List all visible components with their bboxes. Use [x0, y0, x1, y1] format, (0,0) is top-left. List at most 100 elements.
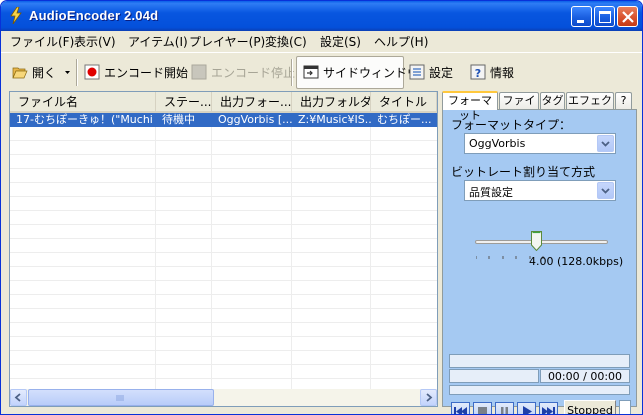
- menu-bar: ファイル(F) 表示(V) アイテム(I) プレイヤー(P) 変換(C) 設定(…: [1, 31, 642, 51]
- tab-tag[interactable]: タグ: [540, 92, 565, 109]
- toolbar-separator: [291, 59, 293, 86]
- open-dropdown-button[interactable]: [64, 62, 71, 82]
- column-header-filename[interactable]: ファイル名: [10, 92, 156, 113]
- settings-label: 設定: [429, 65, 454, 80]
- seek-bar[interactable]: [449, 369, 539, 383]
- stop-square-icon: [478, 407, 487, 414]
- record-icon: [84, 64, 100, 80]
- side-panel-tabs: フォーマット ファイル タグ エフェクト ?: [442, 91, 637, 122]
- minimize-button[interactable]: [571, 6, 592, 27]
- arrow-right-icon: [426, 393, 433, 402]
- arrow-left-icon: [14, 393, 21, 402]
- bitrate-mode-select[interactable]: 品質設定: [464, 180, 616, 201]
- cell-title: むちぽー...: [377, 113, 432, 126]
- column-header-status[interactable]: ステー...: [156, 92, 212, 113]
- scroll-left-button[interactable]: [10, 389, 27, 406]
- start-encode-button[interactable]: エンコード開始: [84, 62, 188, 82]
- stop-encode-button[interactable]: エンコード停止: [191, 62, 295, 82]
- tab-format[interactable]: フォーマット: [442, 91, 498, 122]
- folder-open-icon: [12, 67, 28, 79]
- stop-icon: [191, 64, 207, 80]
- skip-forward-icon: [542, 407, 555, 414]
- menu-help[interactable]: ヘルプ(H): [374, 33, 428, 50]
- play-icon: [523, 406, 532, 414]
- menu-player[interactable]: プレイヤー(P): [189, 33, 265, 50]
- quality-slider-thumb[interactable]: [531, 231, 542, 251]
- play-button[interactable]: [517, 402, 536, 414]
- skip-back-icon: [454, 407, 467, 414]
- dropdown-arrow-icon: [65, 71, 70, 74]
- volume-indicator[interactable]: [619, 400, 631, 414]
- column-header-output-folder[interactable]: 出力フォルダ: [292, 92, 371, 113]
- scroll-right-button[interactable]: [420, 389, 437, 406]
- quality-readout: 4.00 (128.0kbps): [529, 255, 624, 268]
- previous-button[interactable]: [451, 402, 470, 414]
- column-divider: [291, 113, 292, 389]
- tab-help[interactable]: ?: [615, 92, 632, 109]
- cell-filename: 17-むちぽーきゅ！("Muchi ...: [16, 113, 156, 126]
- cell-output-folder: Z:¥Music¥IS...: [298, 113, 371, 126]
- side-window-label: サイドウィンドウ: [323, 65, 420, 80]
- player-status: Stopped: [564, 400, 616, 414]
- pause-button[interactable]: [495, 402, 514, 414]
- menu-file[interactable]: ファイル(F): [10, 33, 74, 50]
- settings-icon: [409, 64, 425, 80]
- format-panel: フォーマットタイプ： OggVorbis ビットレート割り当て方式 品質設定 4…: [442, 109, 637, 414]
- start-encode-label: エンコード開始: [104, 65, 189, 80]
- file-list[interactable]: ファイル名 ステー... 出力フォー... 出力フォルダ タイトル 17-むちぽ…: [9, 91, 438, 407]
- time-display: 00:00 / 00:00: [540, 369, 630, 383]
- file-list-rows: [10, 113, 437, 389]
- format-type-value: OggVorbis: [469, 137, 526, 150]
- bitrate-mode-label: ビットレート割り当て方式: [451, 165, 596, 179]
- next-button[interactable]: [539, 402, 558, 414]
- dropdown-button[interactable]: [597, 135, 614, 152]
- grip-icon: [116, 395, 124, 401]
- info-icon: ?: [470, 64, 486, 80]
- dropdown-button[interactable]: [597, 182, 614, 199]
- lightning-app-icon: [10, 7, 22, 24]
- settings-button[interactable]: 設定: [409, 62, 453, 82]
- file-list-header: ファイル名 ステー... 出力フォー... 出力フォルダ タイトル: [10, 92, 437, 113]
- chevron-down-icon: [601, 188, 610, 194]
- close-button[interactable]: [617, 6, 638, 27]
- column-header-title[interactable]: タイトル: [371, 92, 437, 113]
- info-label: 情報: [490, 65, 515, 80]
- side-panel: フォーマット ファイル タグ エフェクト ? フォーマットタイプ： OggVor…: [442, 91, 637, 414]
- column-divider: [370, 113, 371, 389]
- close-icon: [622, 11, 634, 23]
- app-window: AudioEncoder 2.04d ファイル(F) 表示(V) アイテム(I)…: [0, 0, 643, 415]
- open-button[interactable]: 開く: [12, 62, 56, 82]
- bitrate-mode-value: 品質設定: [469, 186, 513, 199]
- column-header-output-format[interactable]: 出力フォー...: [212, 92, 292, 113]
- menu-settings[interactable]: 設定(S): [320, 33, 361, 50]
- pause-icon: [501, 407, 508, 414]
- column-divider: [155, 113, 156, 389]
- spectrum-bar: [449, 385, 630, 395]
- open-label: 開く: [32, 65, 57, 80]
- progress-bar: [449, 354, 630, 368]
- side-window-button[interactable]: サイドウィンドウ: [303, 62, 419, 82]
- tab-effect[interactable]: エフェクト: [566, 92, 614, 122]
- cell-status: 待機中: [162, 113, 195, 126]
- menu-view[interactable]: 表示(V): [74, 33, 116, 50]
- menu-convert[interactable]: 変換(C): [265, 33, 307, 50]
- info-button[interactable]: ? 情報: [470, 62, 514, 82]
- stop-encode-label: エンコード停止: [211, 65, 296, 80]
- svg-text:?: ?: [475, 67, 481, 80]
- format-type-select[interactable]: OggVorbis: [464, 133, 616, 154]
- side-window-icon: [303, 65, 319, 79]
- toolbar: 開く エンコード開始 エンコード停止 サイドウィンドウ 設定 ? 情報: [1, 52, 642, 90]
- minimize-icon: [577, 20, 584, 23]
- maximize-icon: [599, 11, 611, 23]
- scroll-thumb[interactable]: [28, 389, 214, 406]
- column-divider: [211, 113, 212, 389]
- table-row[interactable]: 17-むちぽーきゅ！("Muchi ... 待機中 OggVorbis [...…: [10, 113, 437, 127]
- menu-item[interactable]: アイテム(I): [128, 33, 188, 50]
- tab-file[interactable]: ファイル: [499, 92, 539, 122]
- window-title: AudioEncoder 2.04d: [29, 8, 159, 23]
- toolbar-separator: [76, 59, 78, 86]
- horizontal-scrollbar[interactable]: [10, 389, 437, 406]
- stop-button[interactable]: [473, 402, 492, 414]
- maximize-button[interactable]: [594, 6, 615, 27]
- title-bar[interactable]: AudioEncoder 2.04d: [1, 1, 642, 31]
